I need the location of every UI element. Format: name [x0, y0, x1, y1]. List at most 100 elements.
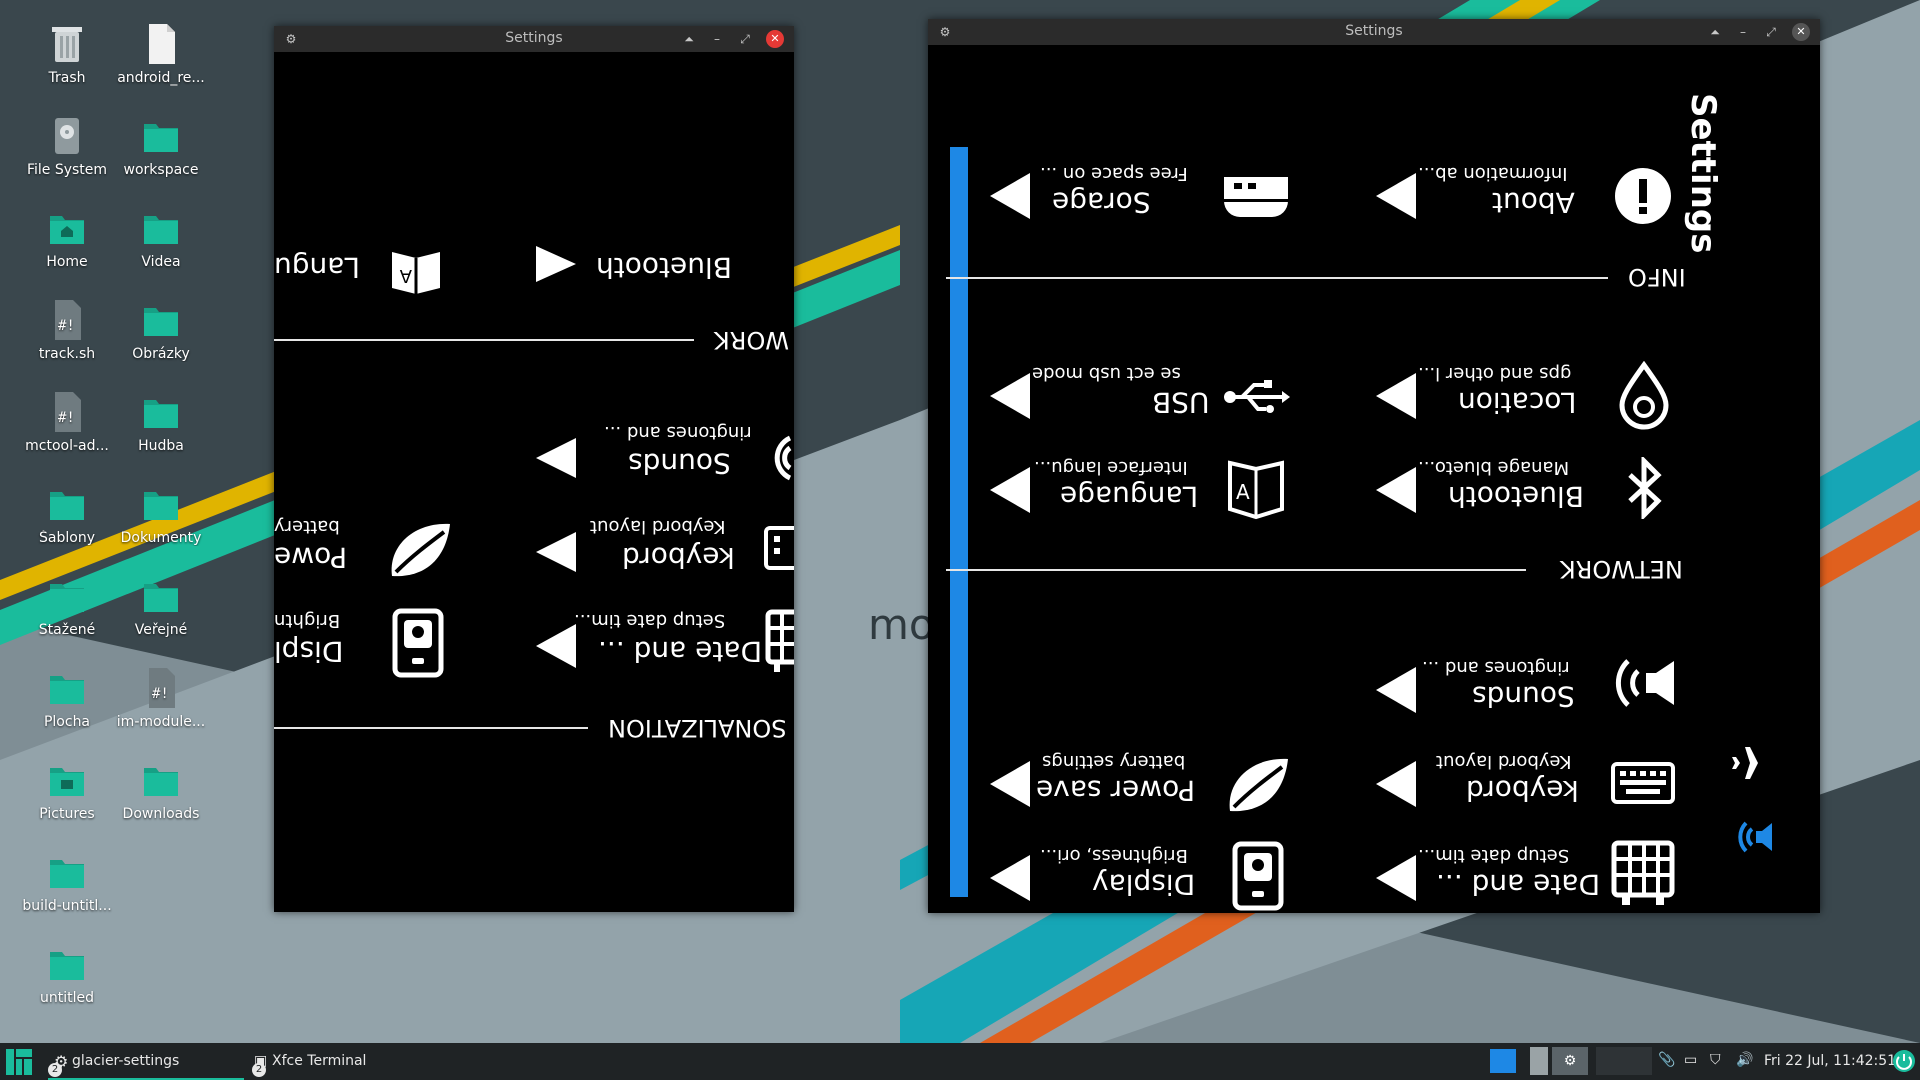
info-icon[interactable] [1614, 167, 1672, 225]
shield-icon[interactable]: ⛉ [1710, 1052, 1728, 1070]
calendar-icon[interactable] [764, 608, 794, 674]
desktop-icon-hudba[interactable]: Hudba [114, 390, 208, 454]
clipboard-icon[interactable]: 📎 [1658, 1052, 1676, 1070]
minimize-button[interactable]: – [708, 30, 726, 48]
shade-button[interactable]: ⏶ [1706, 23, 1724, 41]
desktop-icon-mctool[interactable]: #! mctool-ad... [20, 390, 114, 454]
arrow-left-icon[interactable] [990, 467, 1030, 513]
desktop-icon-im-module[interactable]: #! im-module... [114, 666, 208, 730]
shade-button[interactable]: ⏶ [680, 30, 698, 48]
desktop-icon-downloads[interactable]: Downloads [114, 758, 208, 822]
desktop-icon-untitled[interactable]: untitled [20, 942, 114, 1006]
usb-icon[interactable] [1222, 375, 1290, 419]
section-personalization-heading: SONALIZATION [608, 714, 787, 742]
display-title[interactable]: Displ [274, 635, 343, 668]
about-title[interactable]: About [1492, 186, 1575, 219]
workspace-4[interactable] [1596, 1047, 1652, 1075]
keyboard-title[interactable]: keybord [622, 541, 735, 574]
storage-drive-icon[interactable] [1222, 173, 1290, 221]
close-button[interactable]: ✕ [1792, 23, 1810, 41]
volume-icon[interactable]: 🔊 [1736, 1052, 1754, 1070]
desktop-icon-workspace[interactable]: workspace [114, 114, 208, 178]
minimize-button[interactable]: – [1734, 23, 1752, 41]
desktop-icon-verejne[interactable]: Veřejné [114, 574, 208, 638]
arrow-left-icon[interactable] [536, 438, 576, 478]
arrow-left-icon[interactable] [1376, 667, 1416, 713]
calendar-icon[interactable] [1610, 839, 1676, 909]
language-book-icon[interactable]: A [1226, 455, 1286, 521]
speaker-icon[interactable] [1608, 653, 1678, 713]
desktop-icon-dokumenty[interactable]: Dokumenty [114, 482, 208, 546]
sounds-title[interactable]: Sounds [628, 447, 731, 480]
desktop-icon-plocha[interactable]: Plocha [20, 666, 114, 730]
arrow-left-icon[interactable] [990, 855, 1030, 901]
usb-title[interactable]: USB [1152, 386, 1209, 419]
power-icon[interactable] [1892, 1049, 1916, 1073]
power-title[interactable]: Power save [1036, 774, 1195, 807]
blue-scrollbar[interactable] [950, 147, 968, 897]
leaf-icon[interactable] [1222, 751, 1292, 815]
arrow-left-icon[interactable] [1376, 373, 1416, 419]
desktop-icon-file-system[interactable]: File System [20, 114, 114, 178]
maximize-button[interactable]: ⤢ [1762, 23, 1780, 41]
keyboard-icon[interactable] [1610, 761, 1676, 805]
maximize-button[interactable]: ⤢ [736, 30, 754, 48]
location-title[interactable]: Location [1458, 386, 1576, 419]
date-title[interactable]: Date and ... [598, 635, 762, 668]
task-xfce-terminal[interactable]: ▣ 2 Xfce Terminal [248, 1043, 444, 1080]
settings-header: Settings [1683, 93, 1723, 254]
desktop-icon-sablony[interactable]: Šablony [20, 482, 114, 546]
desktop-icon-pictures[interactable]: Pictures [20, 758, 114, 822]
arrow-left-icon[interactable] [1376, 855, 1416, 901]
workspace-3[interactable]: ⚙ [1552, 1047, 1588, 1075]
arrow-left-icon[interactable] [536, 532, 576, 572]
language-book-icon[interactable]: A [388, 242, 444, 298]
desktop-icon-build-untitled[interactable]: build-untitl... [20, 850, 114, 914]
arrow-left-icon[interactable] [536, 246, 576, 282]
desktop-icon-trash[interactable]: Trash [20, 22, 114, 86]
manjaro-menu-icon[interactable] [4, 1047, 34, 1077]
arrow-left-icon[interactable] [1376, 173, 1416, 219]
window-titlebar[interactable]: ⚙ Settings ⏶ – ⤢ ✕ [274, 26, 794, 52]
arrow-left-icon[interactable] [536, 624, 576, 668]
close-button[interactable]: ✕ [766, 30, 784, 48]
sound-blue-icon[interactable] [1734, 817, 1774, 857]
desktop-icon-videa[interactable]: Videa [114, 206, 208, 270]
bluetooth-icon[interactable] [1624, 457, 1664, 519]
clock[interactable]: Fri 22 Jul, 11:42:51 [1764, 1053, 1896, 1069]
display-phone-icon[interactable] [1232, 841, 1284, 911]
storage-title[interactable]: Sorage [1052, 186, 1151, 219]
sounds-title[interactable]: Sounds [1472, 680, 1575, 713]
airplane-icon[interactable] [1732, 743, 1776, 783]
language-title[interactable]: Language [1060, 480, 1198, 513]
leaf-icon[interactable] [384, 516, 454, 580]
desktop-icon-track-sh[interactable]: #! track.sh [20, 298, 114, 362]
language-title[interactable]: Langu [274, 251, 360, 284]
task-glacier-settings[interactable]: ⚙ 2 glacier-settings [48, 1043, 244, 1080]
arrow-left-icon[interactable] [990, 173, 1030, 219]
date-title[interactable]: Date and ... [1436, 868, 1600, 901]
arrow-left-icon[interactable] [990, 761, 1030, 807]
arrow-left-icon[interactable] [990, 373, 1030, 419]
bluetooth-title[interactable]: Bluetooth [1448, 480, 1584, 513]
desktop-icon-stazene[interactable]: Stažené [20, 574, 114, 638]
desktop-icon-home[interactable]: Home [20, 206, 114, 270]
keyboard-title[interactable]: keybord [1466, 774, 1579, 807]
display-title[interactable]: Display [1092, 868, 1195, 901]
notification-icon[interactable]: ▭ [1684, 1052, 1702, 1070]
desktop-icon-label: im-module... [116, 714, 206, 730]
desktop-icon-obrazky[interactable]: Obrázky [114, 298, 208, 362]
desktop-icon-file[interactable]: android_re... [114, 22, 208, 86]
window-titlebar[interactable]: ⚙ Settings ⏶ – ⤢ ✕ [928, 19, 1820, 45]
display-phone-icon[interactable] [392, 608, 444, 678]
workspace-switcher[interactable] [1490, 1049, 1516, 1073]
arrow-left-icon[interactable] [1376, 761, 1416, 807]
bluetooth-title[interactable]: Bluetooth [596, 251, 732, 284]
arrow-left-icon[interactable] [1376, 467, 1416, 513]
sound-waves-icon[interactable] [760, 430, 794, 486]
location-pin-icon[interactable] [1618, 361, 1670, 431]
keyboard-icon[interactable] [764, 526, 794, 570]
power-subtitle: battery [274, 516, 340, 537]
workspace-2[interactable] [1530, 1047, 1548, 1075]
power-title[interactable]: Powe [274, 541, 347, 574]
